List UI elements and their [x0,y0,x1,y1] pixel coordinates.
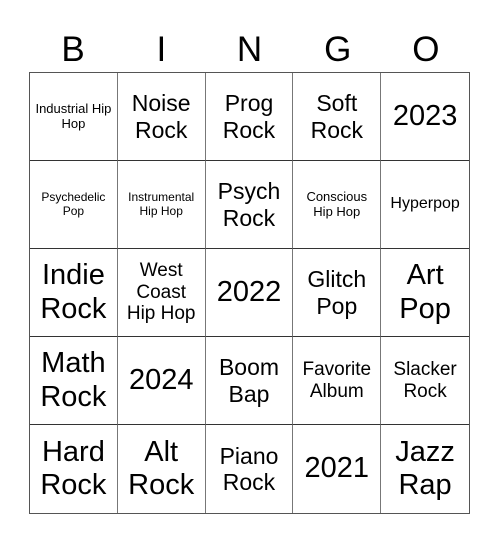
bingo-cell[interactable]: Conscious Hip Hop [293,161,382,249]
bingo-cell[interactable]: Prog Rock [205,73,294,161]
bingo-cell[interactable]: Soft Rock [293,73,382,161]
bingo-cell[interactable]: Psych Rock [205,161,294,249]
bingo-grid: Industrial Hip Hop Noise Rock Prog Rock … [29,72,470,514]
bingo-cell[interactable]: Alt Rock [118,425,206,513]
bingo-cell[interactable]: Jazz Rap [381,425,469,513]
bingo-cell[interactable]: Psychedelic Pop [30,161,118,249]
bingo-header: B I N G O [29,28,470,72]
bingo-cell[interactable]: Industrial Hip Hop [30,73,118,161]
header-letter-g: G [324,30,352,69]
bingo-cell[interactable]: 2021 [293,425,382,513]
bingo-cell[interactable]: Boom Bap [205,337,294,425]
bingo-cell[interactable]: Instrumental Hip Hop [117,161,206,249]
bingo-cell[interactable]: 2022 [205,249,294,337]
bingo-cell[interactable]: Hard Rock [30,425,118,513]
bingo-cell[interactable]: Slacker Rock [381,337,469,425]
bingo-cell[interactable]: 2024 [117,337,206,425]
bingo-cell[interactable]: Indie Rock [30,249,118,337]
bingo-cell[interactable]: Glitch Pop [293,249,382,337]
bingo-cell[interactable]: Noise Rock [117,73,206,161]
bingo-cell[interactable]: Math Rock [30,337,118,425]
bingo-cell[interactable]: Favorite Album [293,337,382,425]
header-letter-o: O [412,30,440,69]
bingo-cell[interactable]: Piano Rock [206,425,294,513]
bingo-cell[interactable]: Hyperpop [381,161,469,249]
header-letter-b: B [61,30,85,69]
header-letter-i: I [156,30,167,69]
header-letter-n: N [236,30,263,69]
bingo-cell[interactable]: Art Pop [381,249,469,337]
bingo-cell[interactable]: 2023 [381,73,469,161]
bingo-cell[interactable]: West Coast Hip Hop [117,249,206,337]
